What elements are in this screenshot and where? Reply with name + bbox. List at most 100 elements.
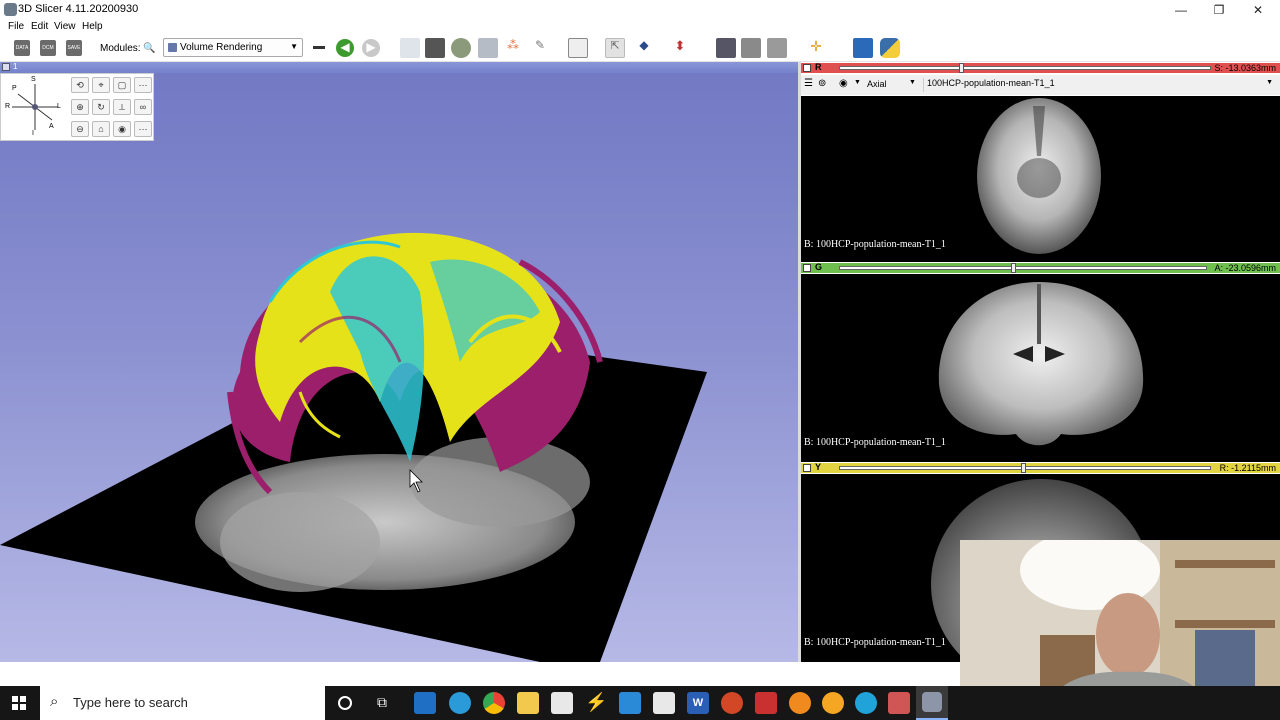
windows-start-icon[interactable] — [12, 696, 26, 710]
zotero-icon[interactable] — [755, 692, 777, 714]
restore-button[interactable]: ❐ — [1199, 0, 1239, 20]
visibility-eye-icon[interactable]: ◉ — [839, 78, 848, 89]
red-slice-view[interactable]: R S: -13.0363mm ☰ ⊚ ◉ ▼ Axial ▼ 100HCP-p… — [801, 62, 1280, 262]
orthographic-icon[interactable]: ▢ — [113, 77, 131, 93]
pointer-mode-icon[interactable]: ⇱ — [605, 38, 625, 58]
more-options-icon[interactable]: ⋯ — [134, 121, 152, 137]
save-button[interactable]: SAVE — [64, 38, 84, 58]
app-red-icon[interactable] — [888, 692, 910, 714]
task-view-icon[interactable]: ⧉ — [377, 694, 387, 711]
python-icon[interactable] — [880, 38, 900, 58]
chevron-down-icon[interactable]: ▼ — [854, 79, 861, 86]
slice-letter: R — [815, 62, 822, 72]
extensions-icon[interactable] — [767, 38, 787, 58]
close-button[interactable]: ✕ — [1238, 0, 1278, 20]
inkscape-icon[interactable] — [653, 692, 675, 714]
slice-offset: A: -23.0596mm — [1214, 263, 1276, 273]
orient-r[interactable]: R — [5, 103, 10, 110]
module-search-icon[interactable]: 🔍 — [143, 43, 155, 54]
menu-help[interactable]: Help — [82, 21, 103, 32]
back-arrow-icon[interactable]: ◀ — [336, 39, 354, 57]
box-icon[interactable]: ⌂ — [92, 121, 110, 137]
view-menu-icon[interactable]: ⋯ — [134, 77, 152, 93]
transforms-module-icon[interactable] — [478, 38, 498, 58]
data-module-icon[interactable] — [400, 38, 420, 58]
volumes-module-icon[interactable] — [425, 38, 445, 58]
orient-l[interactable]: L — [57, 103, 61, 110]
forward-arrow-icon[interactable]: ▶ — [362, 39, 380, 57]
blender-icon[interactable] — [789, 692, 811, 714]
slicer-app-icon — [4, 3, 17, 16]
file-explorer-icon[interactable] — [517, 692, 539, 714]
blender-alt-icon[interactable] — [822, 692, 844, 714]
lightning-icon[interactable]: ⚡ — [585, 692, 607, 714]
layout-icon[interactable] — [568, 38, 588, 58]
outlook-icon[interactable] — [414, 692, 436, 714]
pin-icon[interactable] — [803, 264, 811, 272]
load-data-button[interactable]: DATA — [12, 38, 32, 58]
stereo-icon[interactable]: ∞ — [134, 99, 152, 115]
link-icon[interactable]: ⊚ — [818, 78, 826, 89]
orientation-selector[interactable]: Axial ▼ — [867, 79, 919, 91]
screenshot-icon[interactable] — [716, 38, 736, 58]
store-icon[interactable] — [551, 692, 573, 714]
slice-slider-handle[interactable] — [1011, 263, 1016, 273]
place-fiducial-icon[interactable]: ◆ — [634, 38, 654, 58]
pin-icon[interactable] — [803, 64, 811, 72]
green-slice-view[interactable]: G A: -23.0596mm B: 100HCP-population-mea… — [801, 262, 1280, 462]
slice-slider-handle[interactable] — [959, 63, 964, 73]
menu-file[interactable]: File — [8, 21, 24, 32]
axes-icon[interactable]: ⟂ — [113, 99, 131, 115]
models-module-icon[interactable] — [451, 38, 471, 58]
word-icon[interactable]: W — [687, 692, 709, 714]
orient-s[interactable]: S — [31, 76, 36, 83]
slice-slider-track[interactable] — [839, 66, 1211, 70]
coronal-brain-image — [938, 282, 1144, 446]
slicer-taskbar-button[interactable] — [916, 686, 948, 720]
volume-rendering-icon — [168, 43, 177, 52]
orient-p[interactable]: P — [12, 85, 17, 92]
menu-edit[interactable]: Edit — [31, 21, 48, 32]
orient-a[interactable]: A — [49, 123, 54, 130]
edge-icon[interactable] — [449, 692, 471, 714]
zoom-out-icon[interactable]: ⊖ — [71, 121, 89, 137]
main-toolbar: DATA DCM SAVE Modules: 🔍 Volume Renderin… — [0, 34, 1280, 62]
dicom-button[interactable]: DCM — [38, 38, 58, 58]
red-slice-image[interactable]: B: 100HCP-population-mean-T1_1 — [801, 96, 1280, 262]
editor-module-icon[interactable]: ✎ — [530, 38, 550, 58]
pin-icon[interactable] — [803, 464, 811, 472]
powerpoint-icon[interactable] — [721, 692, 743, 714]
slice-volume-label: B: 100HCP-population-mean-T1_1 — [804, 437, 946, 448]
cortana-icon[interactable] — [338, 696, 352, 710]
slicer-app-icon — [922, 692, 942, 712]
minimize-button[interactable]: — — [1161, 0, 1201, 20]
app-c-icon[interactable] — [855, 692, 877, 714]
red-slice-controls: ☰ ⊚ ◉ ▼ Axial ▼ 100HCP-population-mean-T… — [801, 75, 1280, 95]
orientation-value: Axial — [867, 79, 887, 89]
crosshair-toggle-icon[interactable]: ✛ — [806, 38, 826, 58]
center-view-icon[interactable]: ⌖ — [92, 77, 110, 93]
axial-brain-image — [977, 98, 1101, 254]
volume-selector[interactable]: 100HCP-population-mean-T1_1 ▼ — [923, 78, 1277, 92]
menu-view[interactable]: View — [54, 21, 76, 32]
rotate-icon[interactable]: ⟲ — [71, 77, 89, 93]
extension-manager-icon[interactable] — [853, 38, 873, 58]
chrome-icon[interactable] — [483, 692, 505, 714]
3d-view[interactable]: 1 S P R L A I ⟲ ⌖ ▢ ⋯ ⊕ ↻ ⟂ ∞ ⊖ ⌂ ◉ ⋯ — [0, 62, 798, 662]
slice-menu-icon[interactable]: ☰ — [804, 78, 813, 89]
slice-slider-handle[interactable] — [1021, 463, 1026, 473]
orient-i[interactable]: I — [32, 130, 34, 137]
module-selector-value: Volume Rendering — [180, 42, 263, 53]
module-history-icon[interactable] — [313, 46, 325, 49]
visibility-eye-icon[interactable]: ◉ — [113, 121, 131, 137]
module-selector[interactable]: Volume Rendering ▼ — [163, 38, 303, 57]
green-slice-image[interactable]: B: 100HCP-population-mean-T1_1 — [801, 274, 1280, 462]
spin-icon[interactable]: ↻ — [92, 99, 110, 115]
taskbar-search-box[interactable]: ⌕ Type here to search — [40, 686, 325, 720]
scene-views-icon[interactable] — [741, 38, 761, 58]
mail-icon[interactable] — [619, 692, 641, 714]
crosshair-icon[interactable]: ⬍ — [670, 38, 690, 58]
markups-module-icon[interactable]: ⁂ — [503, 38, 523, 58]
slice-slider-track[interactable] — [839, 266, 1207, 270]
zoom-in-icon[interactable]: ⊕ — [71, 99, 89, 115]
